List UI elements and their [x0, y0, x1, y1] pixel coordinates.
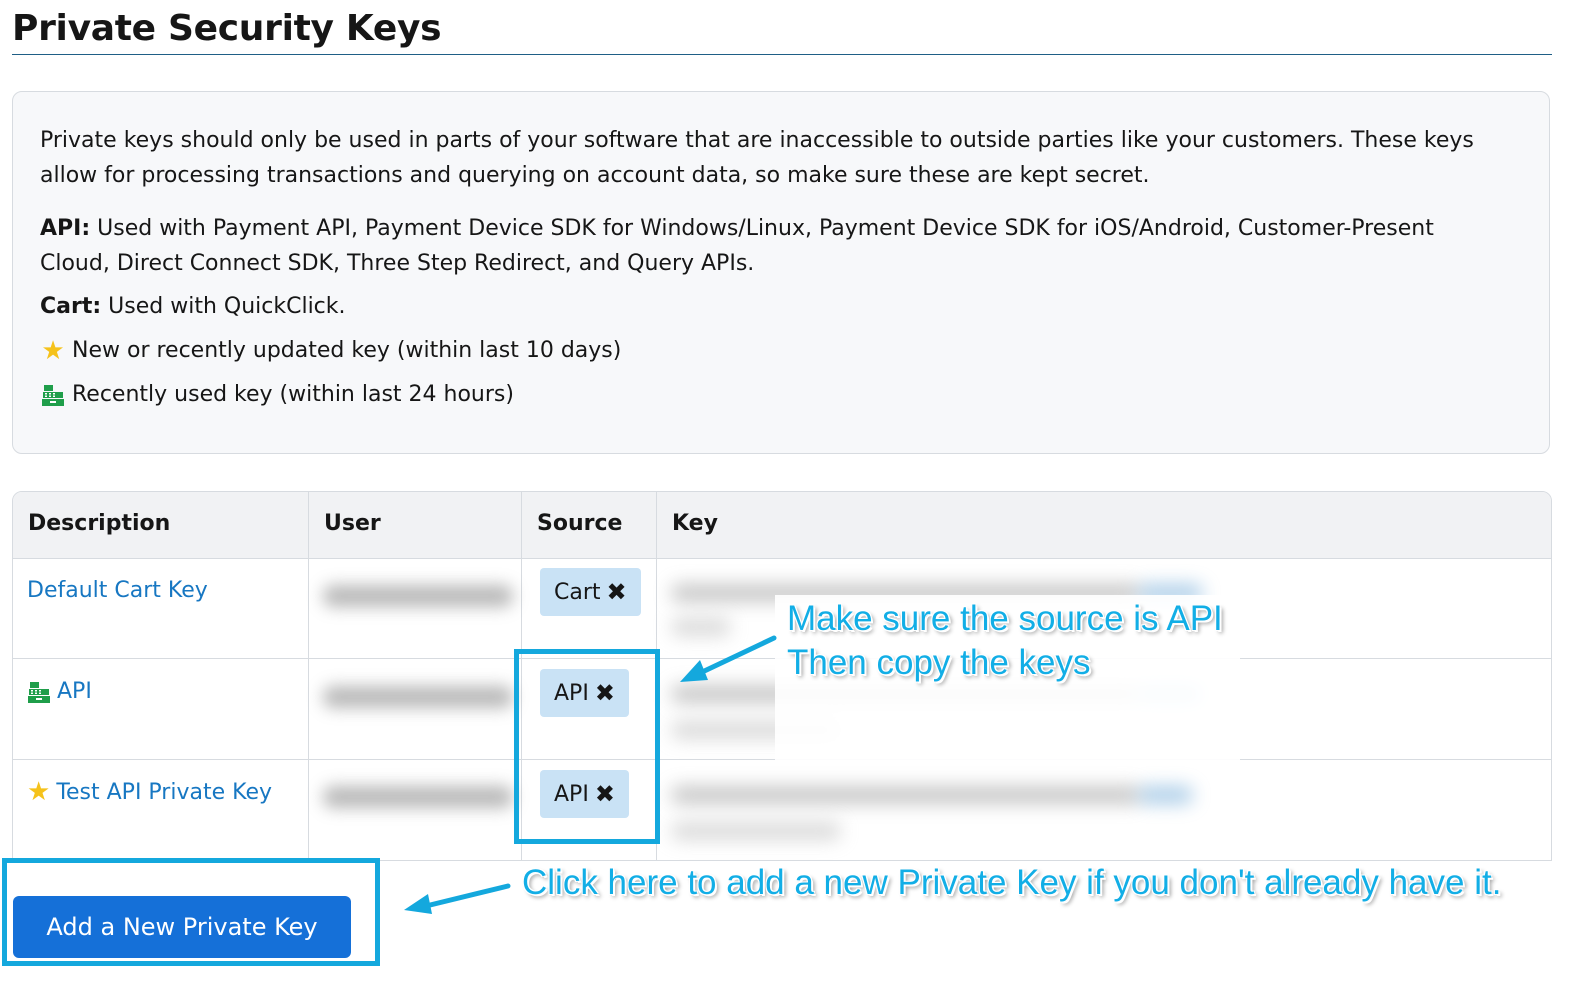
api-label: API: — [40, 216, 91, 241]
source-callout-line2: Then copy the keys — [787, 643, 1091, 682]
header-source: Source — [537, 511, 623, 536]
add-key-callout: Click here to add a new Private Key if y… — [522, 863, 1502, 902]
cart-text: Used with QuickClick. — [108, 294, 346, 319]
info-panel: Private keys should only be used in part… — [12, 91, 1550, 454]
api-text: Used with Payment API, Payment Device SD… — [40, 216, 1434, 276]
cash-register-icon — [27, 680, 51, 704]
column-divider — [308, 492, 309, 860]
user-redacted — [323, 585, 513, 607]
arrow-icon — [680, 635, 777, 682]
header-user: User — [324, 511, 381, 536]
cash-register-icon — [40, 383, 66, 407]
legend-new-text: New or recently updated key (within last… — [72, 338, 622, 363]
cart-label: Cart: — [40, 294, 102, 319]
key-link-default-cart[interactable]: Default Cart Key — [27, 578, 208, 603]
source-callout: Make sure the source is API Then copy th… — [787, 597, 1223, 685]
source-badge-cart[interactable]: Cart ✖ — [540, 568, 641, 616]
copy-link-redacted — [1138, 786, 1193, 804]
user-redacted — [323, 786, 513, 808]
source-callout-line1: Make sure the source is API — [787, 599, 1223, 638]
api-description: API: Used with Payment API, Payment Devi… — [40, 211, 1480, 281]
arrow-icon — [404, 883, 511, 914]
user-redacted — [323, 686, 513, 708]
star-icon: ★ — [27, 777, 51, 807]
header-description: Description — [28, 511, 171, 536]
header-key: Key — [672, 511, 718, 536]
legend-new: ★ New or recently updated key (within la… — [40, 333, 621, 368]
star-icon: ★ — [41, 335, 65, 366]
page-title: Private Security Keys — [12, 8, 442, 49]
table-header: Description User Source Key — [13, 492, 1551, 559]
key-id-redacted — [671, 822, 841, 840]
key-link-api[interactable]: API — [27, 679, 92, 704]
intro-text: Private keys should only be used in part… — [40, 128, 1474, 188]
title-divider — [12, 54, 1552, 55]
key-value-redacted — [671, 786, 1141, 804]
add-private-key-button[interactable]: Add a New Private Key — [13, 896, 351, 958]
legend-used: Recently used key (within last 24 hours) — [40, 377, 514, 412]
close-icon[interactable]: ✖ — [607, 578, 627, 606]
key-link-test-api[interactable]: ★ Test API Private Key — [27, 779, 272, 805]
source-highlight-box — [514, 649, 660, 844]
legend-used-text: Recently used key (within last 24 hours) — [72, 382, 514, 407]
cart-description: Cart: Used with QuickClick. — [40, 289, 346, 324]
